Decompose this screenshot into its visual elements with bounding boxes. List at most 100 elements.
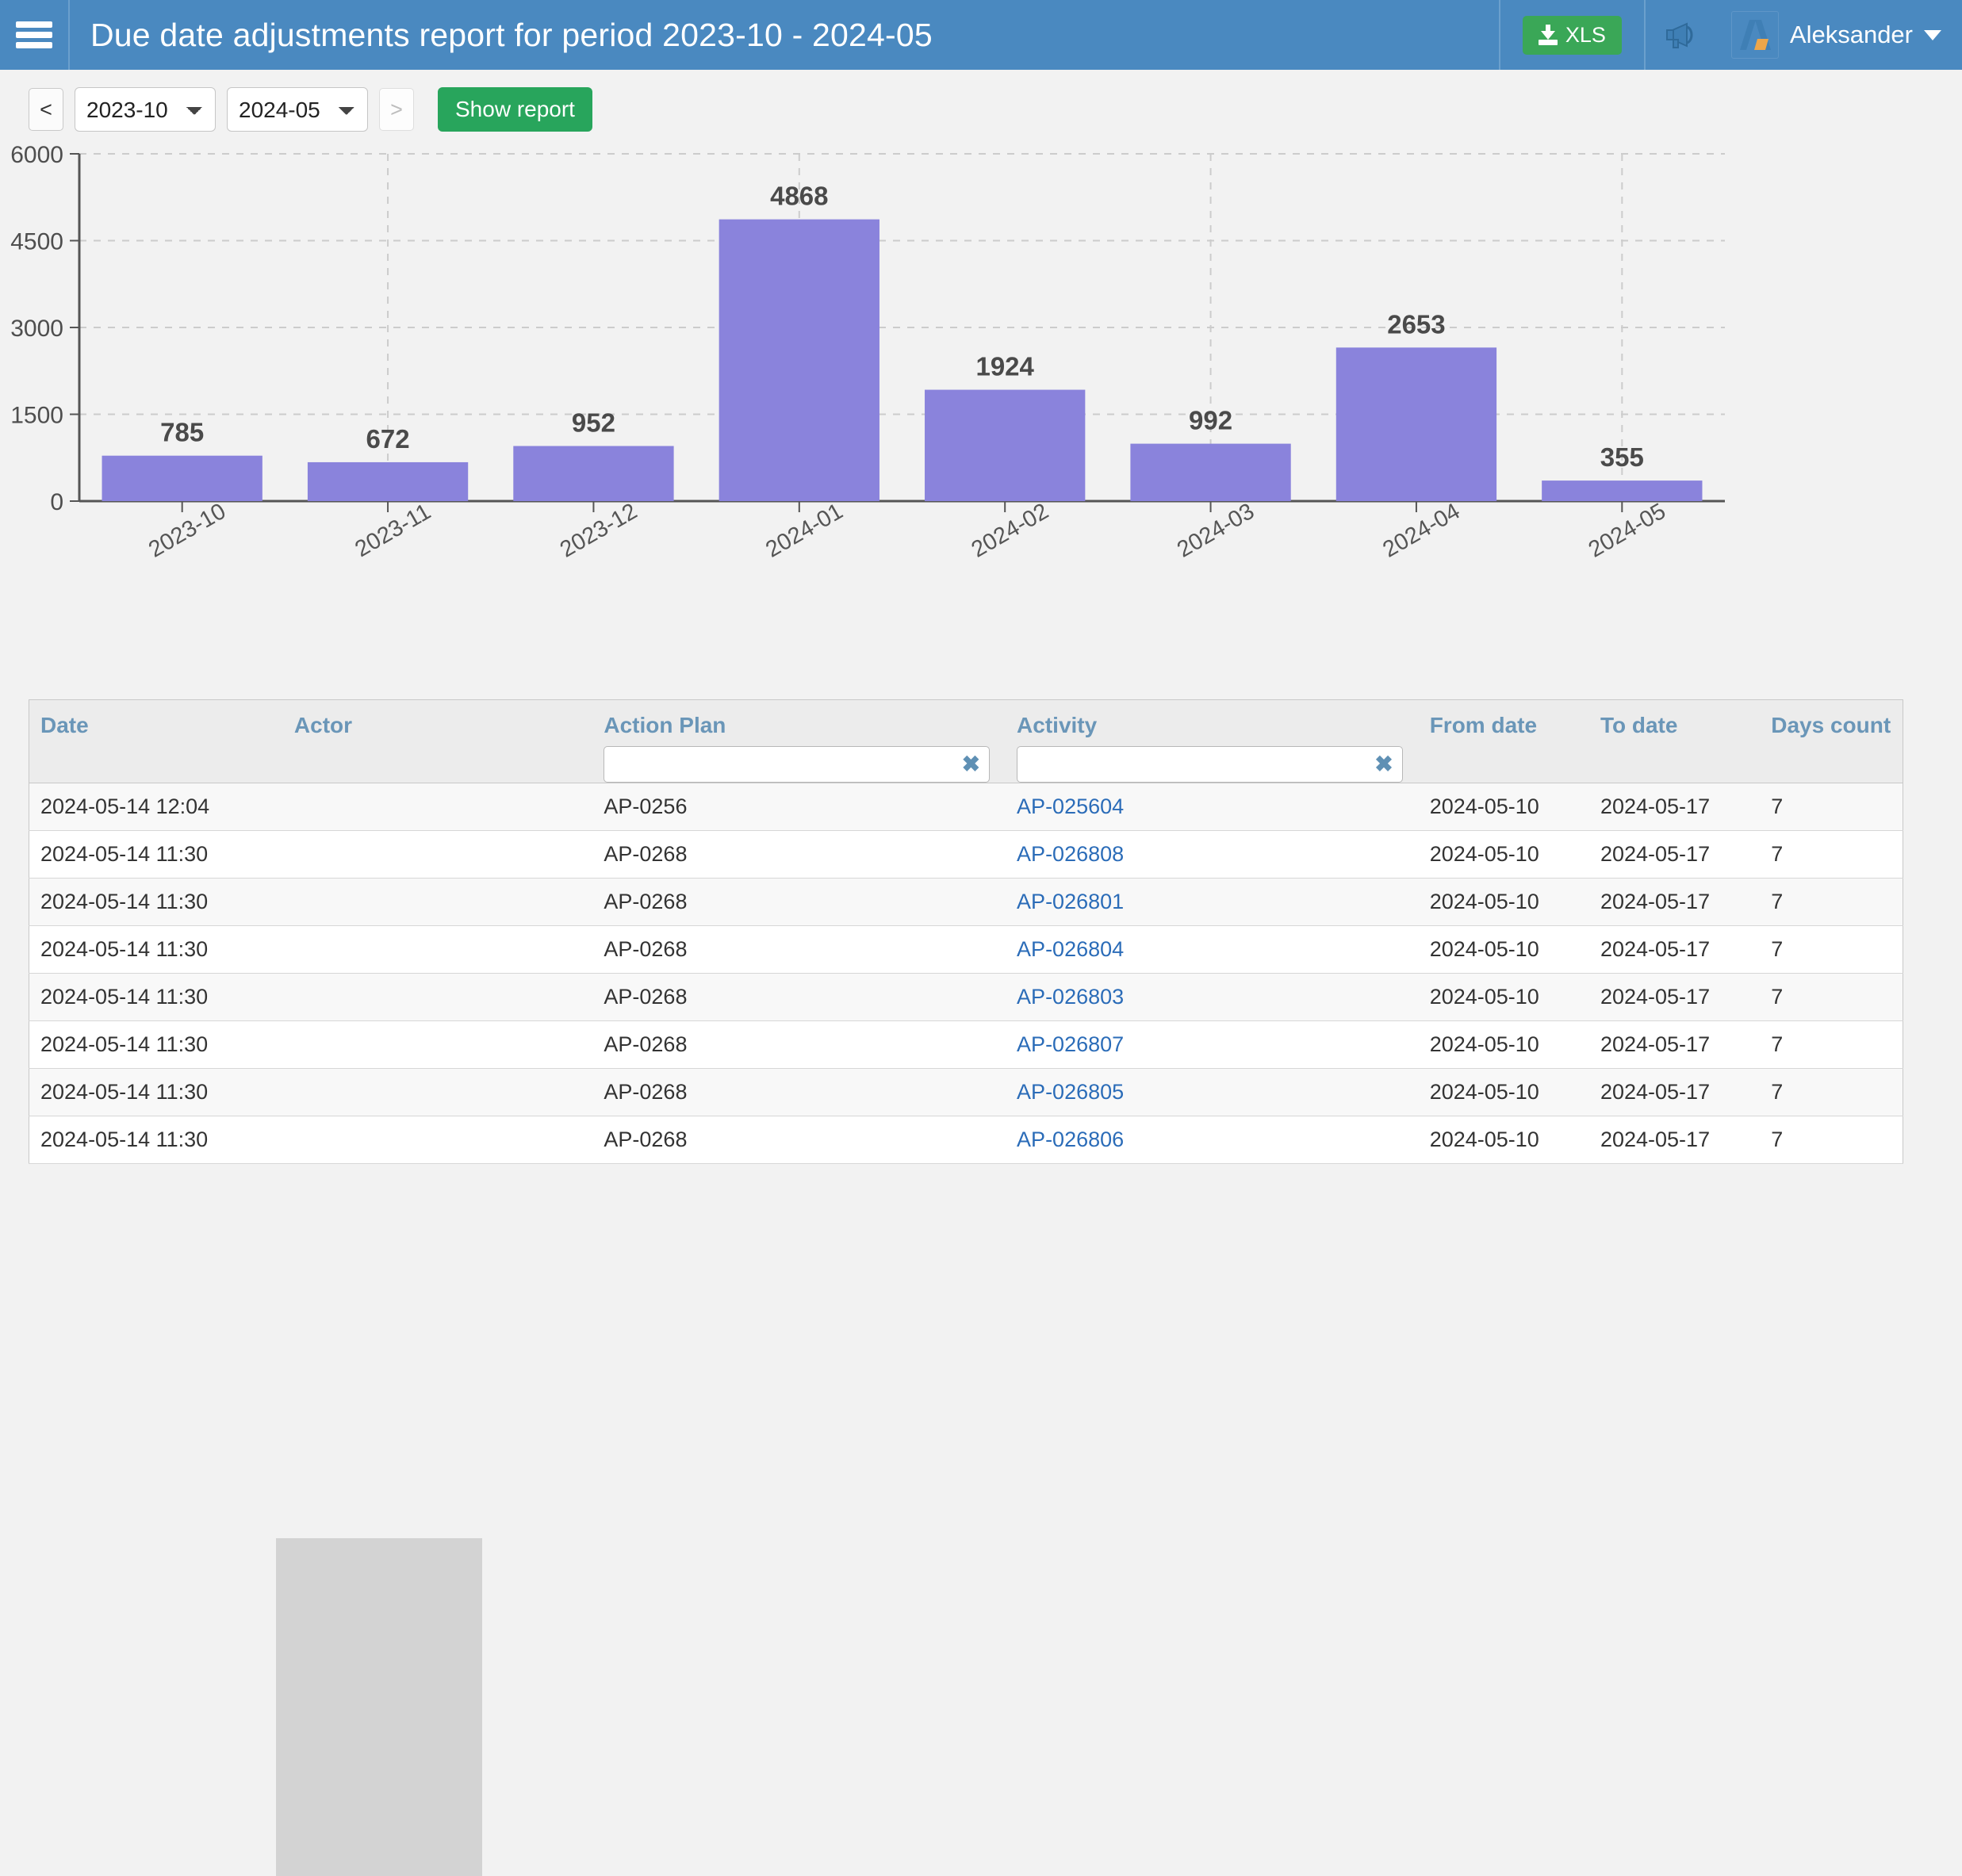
header-actions: XLS Aleksander (1498, 0, 1962, 70)
table-cell-from_date: 2024-05-10 (1418, 1068, 1589, 1116)
announcements-button[interactable] (1646, 0, 1719, 70)
chart-canvas: 0 1500 3000 4500 6000 785 2023-10 672 2023-11 952… (10, 144, 1725, 563)
table-row[interactable]: 2024-05-14 11:30 AP-0268 AP-026806 2024-05-… (29, 1116, 1903, 1164)
page-title: Due date adjustments report for period 2… (90, 16, 933, 53)
filter-clear-icon-activity[interactable]: ✖ (1374, 752, 1393, 777)
x-axis-tick-label: 2024-04 (1378, 499, 1464, 563)
megaphone-icon (1665, 22, 1693, 48)
table-cell-date: 2024-05-14 11:30 (29, 830, 283, 879)
table-cell-to_date: 2024-05-17 (1588, 1020, 1761, 1069)
table-cell-activity[interactable]: AP-026808 (1006, 830, 1419, 879)
table-cell-to_date: 2024-05-17 (1588, 973, 1761, 1021)
table-header-action_plan[interactable]: Action Plan ✖ (592, 699, 1006, 783)
table-cell-activity[interactable]: AP-026803 (1006, 973, 1419, 1021)
activity-link[interactable]: AP-026805 (1017, 1080, 1124, 1104)
table-cell-activity[interactable]: AP-026801 (1006, 878, 1419, 926)
chart-bar (513, 446, 674, 501)
table-header-activity[interactable]: Activity ✖ (1006, 699, 1419, 783)
x-axis-tick-label: 2023-11 (351, 499, 435, 562)
table-cell-date: 2024-05-14 11:30 (29, 1068, 283, 1116)
table-header-label-from_date: From date (1429, 713, 1538, 737)
table-cell-days_count: 7 (1760, 878, 1903, 926)
table-cell-action_plan: AP-0268 (592, 830, 1006, 879)
table-row[interactable]: 2024-05-14 12:04 AP-0256 AP-025604 2024-05-… (29, 783, 1903, 831)
table-row[interactable]: 2024-05-14 11:30 AP-0268 AP-026807 2024-05-… (29, 1020, 1903, 1069)
table-row[interactable]: 2024-05-14 11:30 AP-0268 AP-026804 2024-05-… (29, 925, 1903, 974)
table-cell-activity[interactable]: AP-026807 (1006, 1020, 1419, 1069)
table-cell-days_count: 7 (1760, 830, 1903, 879)
table-header-to_date[interactable]: To date (1588, 699, 1761, 783)
table-header-label-action_plan: Action Plan (604, 713, 726, 737)
y-axis-tick-label: 4500 (10, 229, 63, 255)
export-xls-button[interactable]: XLS (1522, 15, 1622, 55)
filter-wrapper-activity: ✖ (1017, 746, 1403, 783)
chart-bar (307, 461, 469, 501)
chart-bar-value-label: 2653 (1387, 309, 1445, 339)
table-cell-actor (282, 1116, 593, 1164)
chart-bar (1130, 443, 1291, 501)
table-cell-days_count: 7 (1760, 783, 1903, 831)
table-cell-activity[interactable]: AP-026804 (1006, 925, 1419, 974)
y-axis-tick-label: 3000 (10, 316, 63, 342)
table-header-actor[interactable]: Actor (282, 699, 593, 783)
table-cell-from_date: 2024-05-10 (1418, 830, 1589, 879)
chart-bar (1335, 347, 1497, 501)
table-header-date[interactable]: Date (29, 699, 283, 783)
table-header-label-actor: Actor (293, 713, 353, 737)
table-row[interactable]: 2024-05-14 11:30 AP-0268 AP-026801 2024-05-… (29, 878, 1903, 926)
chart-bar (102, 455, 262, 501)
table-cell-action_plan: AP-0268 (592, 1020, 1006, 1069)
period-to-select[interactable]: 2024-05 (227, 87, 368, 132)
hamburger-icon (16, 21, 52, 48)
table-cell-activity[interactable]: AP-026805 (1006, 1068, 1419, 1116)
activity-link[interactable]: AP-026807 (1017, 1032, 1124, 1056)
chevron-down-icon (1924, 29, 1941, 40)
table-cell-actor (282, 878, 593, 926)
table-cell-to_date: 2024-05-17 (1588, 830, 1761, 879)
table-cell-from_date: 2024-05-10 (1418, 1020, 1589, 1069)
activity-link[interactable]: AP-026804 (1017, 937, 1124, 961)
table-cell-to_date: 2024-05-17 (1588, 783, 1761, 831)
table-cell-to_date: 2024-05-17 (1588, 1116, 1761, 1164)
chart-bar (719, 219, 879, 501)
activity-link[interactable]: AP-026803 (1017, 985, 1124, 1009)
period-from-select[interactable]: 2023-10 (75, 87, 216, 132)
previous-period-button[interactable]: < (29, 88, 63, 131)
table-cell-activity[interactable]: AP-025604 (1006, 783, 1419, 831)
table-cell-from_date: 2024-05-10 (1418, 973, 1589, 1021)
table-header-label-days_count: Days count (1771, 713, 1891, 737)
filter-clear-icon-action_plan[interactable]: ✖ (962, 752, 980, 777)
table-cell-activity[interactable]: AP-026806 (1006, 1116, 1419, 1164)
table-cell-days_count: 7 (1760, 1020, 1903, 1069)
activity-link[interactable]: AP-025604 (1017, 794, 1124, 818)
menu-toggle-button[interactable] (0, 0, 70, 70)
filter-input-action_plan[interactable] (604, 746, 991, 783)
table-header-days_count[interactable]: Days count (1760, 699, 1903, 783)
table-header-row: Date Actor Action Plan ✖ Activity ✖ From date T… (29, 699, 1903, 783)
table-cell-from_date: 2024-05-10 (1418, 783, 1589, 831)
next-period-button[interactable]: > (379, 88, 414, 131)
report-period-toolbar: < 2023-10 2024-05 > Show report (0, 70, 1962, 144)
xls-export-cell: XLS (1498, 0, 1646, 70)
table-header-from_date[interactable]: From date (1418, 699, 1589, 783)
actor-column-redaction (276, 1538, 482, 1876)
report-table-area: Date Actor Action Plan ✖ Activity ✖ From date T… (0, 699, 1962, 1876)
chart-bar-value-label: 4868 (770, 182, 828, 211)
activity-link[interactable]: AP-026808 (1017, 842, 1124, 866)
table-row[interactable]: 2024-05-14 11:30 AP-0268 AP-026803 2024-05-… (29, 973, 1903, 1021)
table-row[interactable]: 2024-05-14 11:30 AP-0268 AP-026808 2024-05-… (29, 830, 1903, 879)
chart-bar-value-label: 952 (572, 408, 615, 438)
x-axis-tick-label: 2024-05 (1585, 499, 1670, 563)
chart-bar-value-label: 992 (1189, 406, 1232, 435)
show-report-button[interactable]: Show report (438, 87, 592, 132)
user-menu[interactable]: Aleksander (1719, 0, 1962, 70)
table-cell-action_plan: AP-0256 (592, 783, 1006, 831)
filter-input-activity[interactable] (1017, 746, 1403, 783)
activity-link[interactable]: AP-026801 (1017, 890, 1124, 913)
adjustments-table: Date Actor Action Plan ✖ Activity ✖ From date T… (29, 699, 1903, 1164)
table-cell-from_date: 2024-05-10 (1418, 878, 1589, 926)
table-row[interactable]: 2024-05-14 11:30 AP-0268 AP-026805 2024-05-… (29, 1068, 1903, 1116)
chart-bar-value-label: 1924 (975, 352, 1034, 381)
activity-link[interactable]: AP-026806 (1017, 1128, 1124, 1151)
x-axis-tick-label: 2023-10 (144, 499, 230, 563)
